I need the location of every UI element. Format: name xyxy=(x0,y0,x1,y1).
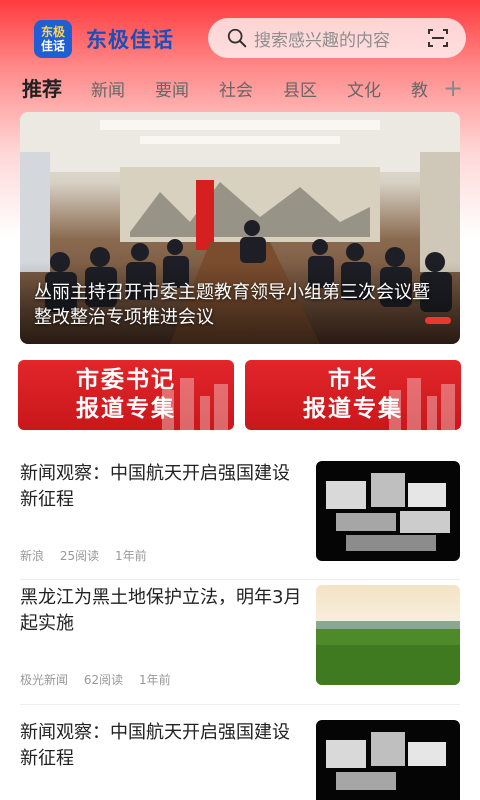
news-title: 新闻观察：中国航天开启强国建设新征程 xyxy=(20,463,290,510)
search-icon xyxy=(227,28,247,48)
news-source: 极光新闻 xyxy=(20,673,69,687)
news-thumbnail xyxy=(316,585,460,685)
party-secretary-report-banner[interactable]: 市委书记 报道专集 xyxy=(18,360,234,430)
building-decoration xyxy=(162,378,228,430)
hero-caption: 丛丽主持召开市委主题教育领导小组第三次会议暨整改整治专项推进会议 xyxy=(34,282,430,328)
news-item[interactable]: 新闻观察：中国航天开启强国建设新征程 新浪 25阅读 1年前 xyxy=(0,461,480,571)
news-meta: 极光新闻 62阅读 1年前 xyxy=(20,671,183,688)
mayor-report-banner[interactable]: 市长 报道专集 xyxy=(245,360,461,430)
news-time: 1年前 xyxy=(138,673,171,687)
app-name: 东极佳话 xyxy=(86,28,174,52)
building-decoration xyxy=(389,378,455,430)
news-reads: 62阅读 xyxy=(83,673,124,687)
tab-culture[interactable]: 文化 xyxy=(347,76,381,101)
carousel-indicator xyxy=(425,317,451,324)
logo-text-bottom: 佳话 xyxy=(40,39,65,53)
tab-county[interactable]: 县区 xyxy=(283,76,317,101)
top-bar: 东极 佳话 东极佳话 搜索感兴趣的内容 xyxy=(0,0,480,68)
news-thumbnail xyxy=(316,461,460,561)
search-bar[interactable]: 搜索感兴趣的内容 xyxy=(208,18,466,58)
news-reads: 25阅读 xyxy=(59,549,100,563)
news-item[interactable]: 新闻观察：中国航天开启强国建设新征程 xyxy=(0,720,480,800)
tab-news[interactable]: 新闻 xyxy=(91,76,125,101)
news-title: 黑龙江为黑土地保护立法，明年3月起实施 xyxy=(20,587,302,634)
scan-icon[interactable] xyxy=(426,26,450,50)
divider xyxy=(20,579,460,580)
tab-headlines[interactable]: 要闻 xyxy=(155,76,189,101)
news-meta: 新浪 25阅读 1年前 xyxy=(20,547,159,564)
tab-society[interactable]: 社会 xyxy=(219,76,253,101)
hero-carousel[interactable]: 丛丽主持召开市委主题教育领导小组第三次会议暨整改整治专项推进会议 xyxy=(20,112,460,344)
app-logo[interactable]: 东极 佳话 xyxy=(34,20,72,58)
divider xyxy=(20,704,460,705)
banner-title: 市长 xyxy=(328,367,378,393)
news-title: 新闻观察：中国航天开启强国建设新征程 xyxy=(20,722,290,769)
tab-education[interactable]: 教 xyxy=(411,76,428,101)
search-placeholder: 搜索感兴趣的内容 xyxy=(254,30,390,51)
news-time: 1年前 xyxy=(114,549,147,563)
news-item[interactable]: 黑龙江为黑土地保护立法，明年3月起实施 极光新闻 62阅读 1年前 xyxy=(0,585,480,695)
tab-recommend[interactable]: 推荐 xyxy=(22,73,62,102)
news-source: 新浪 xyxy=(20,549,45,563)
logo-text-top: 东极 xyxy=(40,25,65,39)
add-tab-icon[interactable]: + xyxy=(443,76,463,100)
news-thumbnail xyxy=(316,720,460,800)
category-tabs: 推荐 新闻 要闻 社会 县区 文化 教 + xyxy=(0,70,480,106)
